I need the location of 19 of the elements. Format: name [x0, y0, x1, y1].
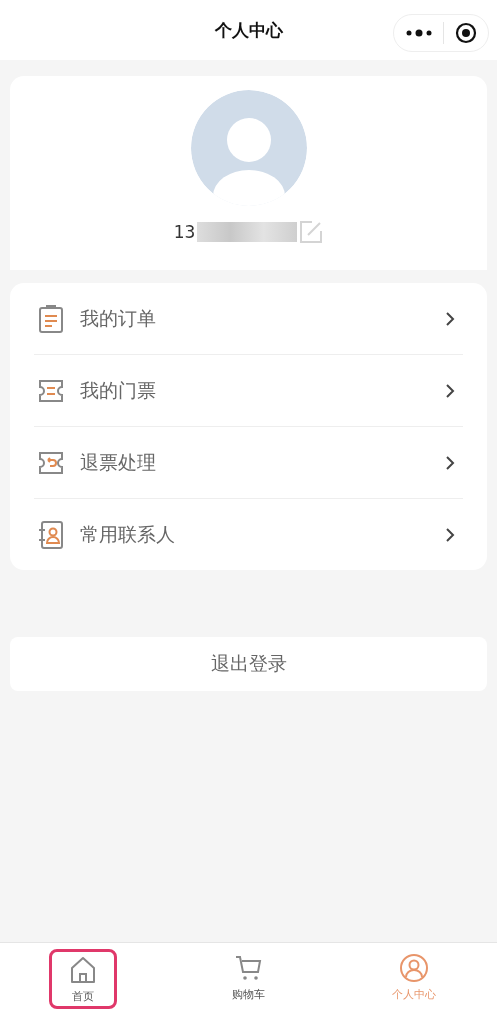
chevron-right-icon [445, 310, 455, 327]
menu-item[interactable]: 退票处理 [34, 427, 463, 499]
menu-item[interactable]: 我的订单 [34, 283, 463, 355]
close-icon[interactable] [454, 22, 477, 44]
phone-number: 13 [173, 222, 196, 242]
menu-item[interactable]: 我的门票 [34, 355, 463, 427]
chevron-right-icon [445, 526, 455, 543]
tab-item[interactable]: 首页 [48, 949, 117, 1009]
chevron-right-icon [445, 382, 455, 399]
logout-button[interactable]: 退出登录 [10, 637, 487, 691]
chevron-right-icon [445, 454, 455, 471]
clipboard-icon [38, 303, 64, 334]
avatar-icon [190, 90, 307, 206]
contact-book-icon [38, 519, 64, 550]
tab-item[interactable]: 购物车 [216, 949, 281, 1005]
menu-item[interactable]: 常用联系人 [34, 499, 463, 570]
user-icon [399, 952, 430, 983]
more-icon[interactable] [405, 29, 432, 37]
page-title: 个人中心 [214, 18, 283, 42]
